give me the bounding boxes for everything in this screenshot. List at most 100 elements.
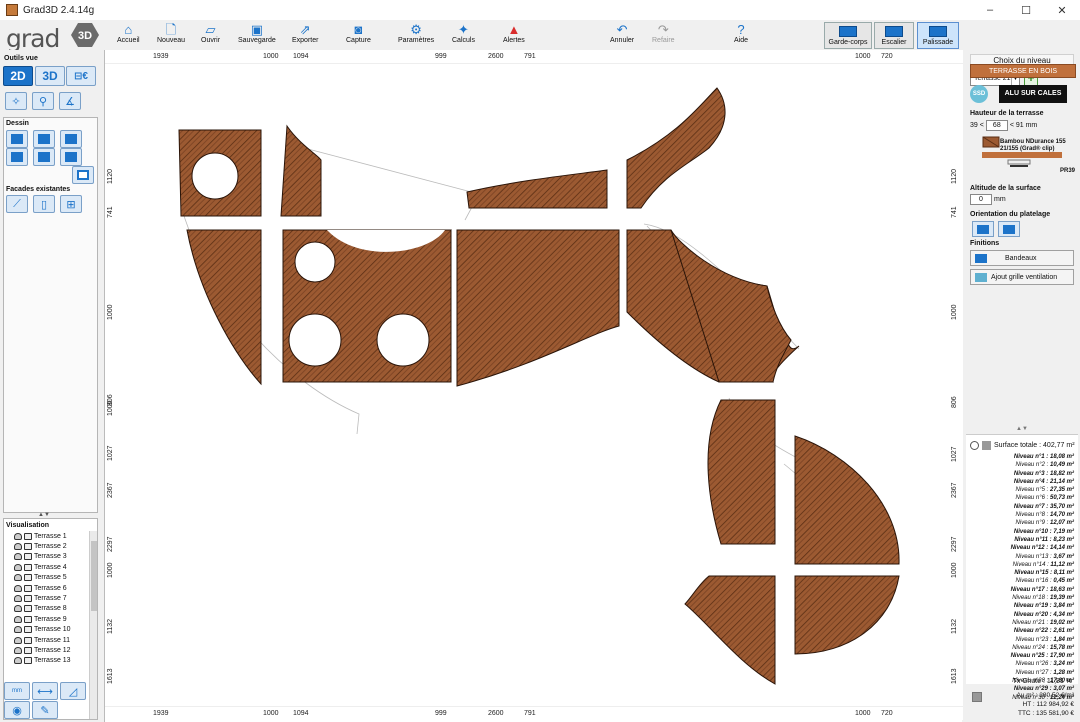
capture-button[interactable]: ◙ Capture bbox=[346, 23, 371, 45]
ouvrir-button[interactable]: ▱ Ouvrir bbox=[201, 23, 220, 45]
annuler-button[interactable]: ↶ Annuler bbox=[610, 23, 634, 45]
quote-view-button[interactable]: ⊟€ bbox=[66, 66, 96, 86]
terrasse-list-item[interactable]: Terrasse 8 bbox=[4, 604, 97, 614]
facade-wall-button[interactable]: ▯ bbox=[33, 195, 55, 213]
level-surface-row[interactable]: Niveau n°3 : 18,82 m² bbox=[970, 470, 1074, 478]
level-surface-row[interactable]: Niveau n°6 : 50,73 m² bbox=[970, 494, 1074, 502]
terrasse-list-item[interactable]: Terrasse 9 bbox=[4, 614, 97, 624]
level-surface-row[interactable]: Niveau n°13 : 3,67 m² bbox=[970, 553, 1074, 561]
level-surface-row[interactable]: Niveau n°16 : 0,45 m² bbox=[970, 577, 1074, 585]
level-surface-row[interactable]: Niveau n°4 : 21,14 m² bbox=[970, 478, 1074, 486]
terrasse-list-item[interactable]: Terrasse 13 bbox=[4, 656, 97, 666]
terrasse-list-item[interactable]: Terrasse 11 bbox=[4, 635, 97, 645]
terrasse-list-item[interactable]: Terrasse 6 bbox=[4, 583, 97, 593]
level-surface-row[interactable]: Niveau n°24 : 15,78 m² bbox=[970, 644, 1074, 652]
visibility-icon[interactable] bbox=[14, 615, 22, 623]
wood-panel[interactable] bbox=[466, 169, 608, 209]
visibility-icon[interactable] bbox=[14, 657, 22, 665]
terrasse-list-item[interactable]: Terrasse 7 bbox=[4, 593, 97, 603]
aide-button[interactable]: ? Aide bbox=[733, 23, 749, 45]
visibility-icon[interactable] bbox=[14, 532, 22, 540]
level-surface-row[interactable]: Niveau n°17 : 18,63 m² bbox=[970, 586, 1074, 594]
level-surface-row[interactable]: Niveau n°25 : 17,90 m² bbox=[970, 652, 1074, 660]
nouveau-button[interactable]: 🗋 Nouveau bbox=[157, 23, 185, 45]
visualisation-scrollbar[interactable] bbox=[89, 531, 97, 719]
terrasse-bois-button[interactable]: TERRASSE EN BOIS bbox=[970, 64, 1076, 78]
lock-icon[interactable] bbox=[24, 636, 32, 644]
scrollbar-thumb[interactable] bbox=[91, 541, 97, 611]
terrace-plan[interactable] bbox=[119, 64, 949, 706]
lock-icon[interactable] bbox=[24, 574, 32, 582]
visibility-icon[interactable] bbox=[14, 553, 22, 561]
level-surface-row[interactable]: Niveau n°20 : 4,34 m² bbox=[970, 611, 1074, 619]
facade-grid-button[interactable]: ⊞ bbox=[60, 195, 82, 213]
level-surface-row[interactable]: Niveau n°11 : 8,23 m² bbox=[970, 536, 1074, 544]
orientation-b-button[interactable] bbox=[998, 221, 1020, 237]
level-surface-row[interactable]: Niveau n°26 : 3,24 m² bbox=[970, 660, 1074, 668]
ssd-logo[interactable]: SSD bbox=[970, 85, 988, 103]
facade-line-button[interactable]: ⟋ bbox=[6, 195, 28, 213]
visibility-icon[interactable] bbox=[14, 646, 22, 654]
download-icon[interactable] bbox=[972, 692, 982, 702]
view-3d-button[interactable]: 3D bbox=[35, 66, 65, 86]
wood-panel[interactable] bbox=[456, 229, 620, 387]
lock-icon[interactable] bbox=[24, 595, 32, 603]
level-surface-row[interactable]: Niveau n°12 : 14,14 m² bbox=[970, 544, 1074, 552]
hauteur-input[interactable]: 68 bbox=[985, 120, 1008, 131]
level-surface-row[interactable]: Niveau n°14 : 11,12 m² bbox=[970, 561, 1074, 569]
level-surface-row[interactable]: Niveau n°23 : 1,84 m² bbox=[970, 636, 1074, 644]
view-2d-button[interactable]: 2D bbox=[3, 66, 33, 86]
accueil-button[interactable]: ⌂ Accueil bbox=[117, 23, 140, 45]
level-surface-row[interactable]: Niveau n°21 : 19,02 m² bbox=[970, 619, 1074, 627]
visibility-icon[interactable] bbox=[14, 584, 22, 592]
draw-tab-button[interactable] bbox=[6, 148, 28, 166]
surface-radio[interactable] bbox=[970, 441, 979, 450]
orientation-a-button[interactable] bbox=[972, 221, 994, 237]
dimension-button[interactable]: ⟷ bbox=[32, 682, 58, 700]
draw-rect-button[interactable] bbox=[6, 130, 28, 148]
level-surface-row[interactable]: Niveau n°27 : 1,28 m² bbox=[970, 669, 1074, 677]
level-surface-row[interactable]: Niveau n°19 : 3,84 m² bbox=[970, 602, 1074, 610]
sauvegarde-button[interactable]: ▣ Sauvegarde bbox=[238, 23, 276, 45]
escalier-button[interactable]: Escalier bbox=[874, 22, 914, 49]
terrasse-list-item[interactable]: Terrasse 4 bbox=[4, 562, 97, 572]
compass-button[interactable]: ✎ bbox=[32, 701, 58, 719]
visibility-icon[interactable] bbox=[14, 543, 22, 551]
minimize-button[interactable]: – bbox=[972, 0, 1008, 20]
refaire-button[interactable]: ↷ Refaire bbox=[652, 23, 675, 45]
drawing-canvas[interactable]: 1939 1000 1094 999 2600 791 1000 720 193… bbox=[104, 50, 963, 722]
visibility-icon[interactable] bbox=[14, 626, 22, 634]
level-surface-row[interactable]: Niveau n°15 : 8,11 m² bbox=[970, 569, 1074, 577]
wood-panel[interactable] bbox=[707, 399, 776, 545]
alertes-button[interactable]: ▲ Alertes bbox=[503, 23, 525, 45]
exporter-button[interactable]: ⇗ Exporter bbox=[292, 23, 318, 45]
level-surface-row[interactable]: Niveau n°10 : 7,19 m² bbox=[970, 528, 1074, 536]
palissade-button[interactable]: Palissade bbox=[917, 22, 959, 49]
grille-ventilation-button[interactable]: Ajout grille ventilation bbox=[970, 269, 1074, 285]
level-surface-row[interactable]: Niveau n°1 : 18,08 m² bbox=[970, 453, 1074, 461]
lock-icon[interactable] bbox=[24, 543, 32, 551]
lock-icon[interactable] bbox=[24, 584, 32, 592]
lock-icon[interactable] bbox=[24, 563, 32, 571]
draw-hole-button[interactable] bbox=[72, 166, 94, 184]
level-surface-row[interactable]: Niveau n°18 : 19,39 m² bbox=[970, 594, 1074, 602]
level-surface-row[interactable]: Niveau n°5 : 27,35 m² bbox=[970, 486, 1074, 494]
select-tool-button[interactable]: ✧ bbox=[5, 92, 27, 110]
lock-icon[interactable] bbox=[24, 626, 32, 634]
parametres-button[interactable]: ⚙ Paramètres bbox=[398, 23, 434, 45]
lock-icon[interactable] bbox=[24, 615, 32, 623]
angle-dim-button[interactable]: ◿ bbox=[60, 682, 86, 700]
calculs-button[interactable]: ✦ Calculs bbox=[452, 23, 475, 45]
visibility-icon[interactable] bbox=[14, 563, 22, 571]
terrasse-list-item[interactable]: Terrasse 5 bbox=[4, 573, 97, 583]
download-icon[interactable] bbox=[982, 441, 991, 450]
terrasse-list-item[interactable]: Terrasse 3 bbox=[4, 552, 97, 562]
maximize-button[interactable]: ☐ bbox=[1008, 0, 1044, 20]
level-surface-row[interactable]: Niveau n°2 : 10,49 m² bbox=[970, 461, 1074, 469]
visibility-icon[interactable] bbox=[14, 605, 22, 613]
lock-icon[interactable] bbox=[24, 532, 32, 540]
units-mm-button[interactable]: mm bbox=[4, 682, 30, 700]
level-surface-row[interactable]: Niveau n°7 : 35,70 m² bbox=[970, 503, 1074, 511]
draw-corner-button[interactable] bbox=[33, 130, 55, 148]
lock-icon[interactable] bbox=[24, 657, 32, 665]
